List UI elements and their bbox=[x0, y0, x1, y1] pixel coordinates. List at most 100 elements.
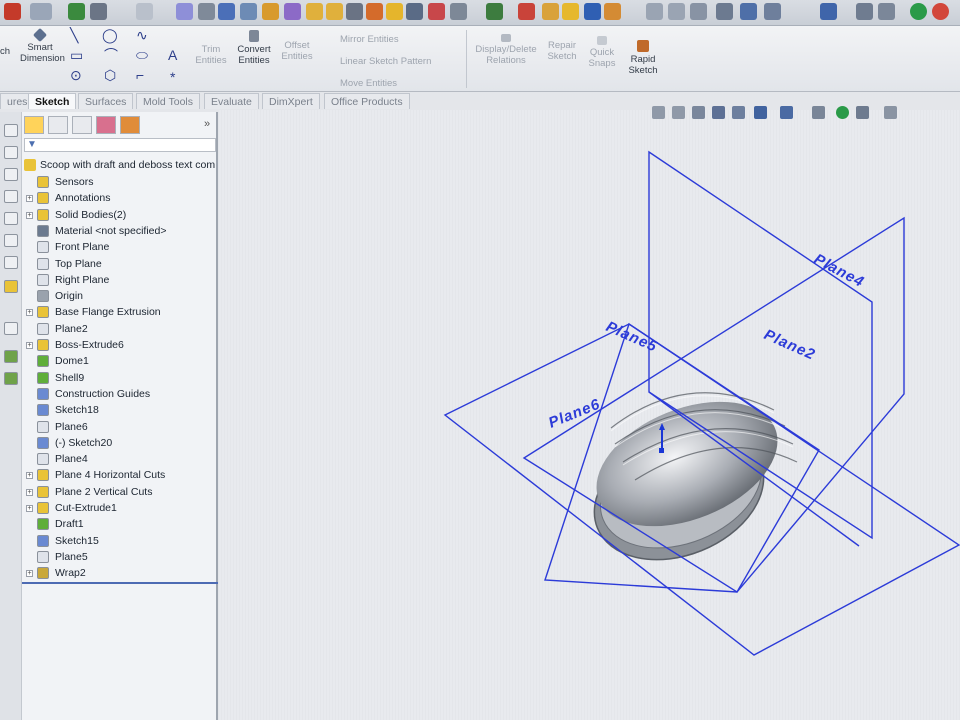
graphics-viewport[interactable]: Plane4 Plane5 Plane2 Plane6 bbox=[219, 110, 960, 720]
view-tool-icon-11[interactable] bbox=[450, 3, 467, 20]
warning-icon[interactable] bbox=[386, 3, 403, 20]
tab-mold-tools[interactable]: Mold Tools bbox=[136, 93, 200, 109]
solidworks-logo-icon[interactable] bbox=[4, 3, 21, 20]
view-tool-icon-12[interactable] bbox=[486, 3, 503, 20]
hud-hide-show-icon[interactable] bbox=[812, 106, 825, 119]
trim-entities-button[interactable]: Trim Entities bbox=[194, 44, 228, 66]
hud-previous-view-icon[interactable] bbox=[692, 106, 705, 119]
expand-toggle-icon[interactable]: + bbox=[26, 211, 33, 219]
strip-icon-6[interactable] bbox=[4, 234, 18, 247]
hud-display-style-icon[interactable] bbox=[780, 106, 793, 119]
plane5-label[interactable]: Plane5 bbox=[603, 318, 660, 356]
strip-icon-10[interactable] bbox=[4, 350, 18, 363]
previous-view-icon[interactable] bbox=[690, 3, 707, 20]
hide-show-icon[interactable] bbox=[820, 3, 837, 20]
hud-section-view-icon[interactable] bbox=[712, 106, 725, 119]
configuration-manager-tab-icon[interactable] bbox=[72, 116, 92, 134]
hud-appearance-icon[interactable] bbox=[836, 106, 849, 119]
expand-toggle-icon[interactable]: + bbox=[26, 570, 33, 578]
spline-icon[interactable]: ∿ bbox=[136, 28, 148, 42]
polygon-icon[interactable]: ⬡ bbox=[104, 68, 116, 82]
arc-icon[interactable]: ⌒ bbox=[104, 48, 118, 62]
view-tool-icon-10[interactable] bbox=[428, 3, 445, 20]
point-icon[interactable]: * bbox=[170, 70, 175, 84]
view-tool-icon-16[interactable] bbox=[584, 3, 601, 20]
hud-zoom-fit-icon[interactable] bbox=[652, 106, 665, 119]
check-icon[interactable] bbox=[176, 3, 193, 20]
tab-office-products[interactable]: Office Products bbox=[324, 93, 410, 109]
view-tool-icon-15[interactable] bbox=[562, 3, 579, 20]
section-view-icon[interactable] bbox=[716, 3, 733, 20]
scene-icon[interactable] bbox=[878, 3, 895, 20]
strip-icon-3[interactable] bbox=[4, 168, 18, 181]
convert-entities-button[interactable]: Convert Entities bbox=[232, 30, 276, 66]
expand-toggle-icon[interactable]: + bbox=[26, 505, 33, 512]
tree-rollback-bar[interactable] bbox=[22, 582, 218, 584]
strip-icon-11[interactable] bbox=[4, 372, 18, 385]
rectangle-icon[interactable]: ▭ bbox=[70, 48, 83, 62]
linear-sketch-pattern-button[interactable]: Linear Sketch Pattern bbox=[322, 56, 442, 67]
view-tool-icon-5[interactable] bbox=[284, 3, 301, 20]
smart-dimension-button[interactable]: Smart Dimension bbox=[20, 27, 65, 64]
view-tool-icon-13[interactable] bbox=[518, 3, 535, 20]
strip-icon-8[interactable] bbox=[4, 280, 18, 293]
file-properties-icon[interactable] bbox=[136, 3, 153, 20]
tab-surfaces[interactable]: Surfaces bbox=[78, 93, 134, 109]
expand-toggle-icon[interactable]: + bbox=[26, 472, 33, 480]
view-tool-icon-3[interactable] bbox=[240, 3, 257, 20]
sum-icon[interactable] bbox=[346, 3, 363, 20]
expand-toggle-icon[interactable]: + bbox=[26, 342, 33, 349]
options-icon[interactable] bbox=[90, 3, 107, 20]
text-icon[interactable]: A bbox=[168, 48, 177, 62]
edit-appearance-icon[interactable] bbox=[856, 3, 873, 20]
repair-sketch-button[interactable]: Repair Sketch bbox=[544, 40, 580, 62]
appearance-sphere-icon[interactable] bbox=[910, 3, 927, 20]
rebuild-icon[interactable] bbox=[68, 3, 85, 20]
view-tool-icon-6[interactable] bbox=[306, 3, 323, 20]
zoom-fit-icon[interactable] bbox=[646, 3, 663, 20]
render-icon[interactable] bbox=[932, 3, 949, 20]
mirror-entities-button[interactable]: Mirror Entities bbox=[322, 34, 432, 45]
view-tool-icon-1[interactable] bbox=[198, 3, 215, 20]
tab-sketch[interactable]: Sketch bbox=[28, 93, 77, 109]
ellipse-icon[interactable]: ⬭ bbox=[136, 48, 148, 62]
hud-view-orientation-icon[interactable] bbox=[754, 106, 767, 119]
expand-panel-icon[interactable]: » bbox=[204, 118, 210, 130]
view-tool-icon-9[interactable] bbox=[406, 3, 423, 20]
hud-dynamic-annotation-icon[interactable] bbox=[732, 106, 745, 119]
view-orientation-icon[interactable] bbox=[740, 3, 757, 20]
zoom-area-icon[interactable] bbox=[668, 3, 685, 20]
view-tool-icon-17[interactable] bbox=[604, 3, 621, 20]
view-tool-icon-7[interactable] bbox=[326, 3, 343, 20]
hud-zoom-area-icon[interactable] bbox=[672, 106, 685, 119]
hud-scene-icon[interactable] bbox=[856, 106, 869, 119]
property-manager-tab-icon[interactable] bbox=[48, 116, 68, 134]
expand-toggle-icon[interactable]: + bbox=[26, 195, 33, 203]
fillet-icon[interactable]: ⌐ bbox=[136, 68, 144, 82]
model-view[interactable]: Plane4 Plane5 Plane2 Plane6 bbox=[219, 110, 960, 720]
display-style-icon[interactable] bbox=[764, 3, 781, 20]
display-manager-tab-icon[interactable] bbox=[120, 116, 140, 134]
view-tool-icon-14[interactable] bbox=[542, 3, 559, 20]
circle-icon[interactable]: ◯ bbox=[102, 28, 118, 42]
strip-icon-2[interactable] bbox=[4, 146, 18, 159]
strip-icon-9[interactable] bbox=[4, 322, 18, 335]
view-tool-icon-4[interactable] bbox=[262, 3, 279, 20]
plane2-label[interactable]: Plane2 bbox=[761, 326, 818, 364]
tree-filter-input[interactable]: ▼ bbox=[24, 138, 216, 152]
expand-toggle-icon[interactable]: + bbox=[26, 488, 33, 496]
line-icon[interactable]: ╲ bbox=[70, 28, 78, 42]
sketch-button[interactable]: ch bbox=[0, 46, 14, 57]
select-arrow-icon[interactable] bbox=[30, 3, 52, 20]
slot-icon[interactable]: ⊙ bbox=[70, 68, 82, 82]
expand-toggle-icon[interactable]: + bbox=[26, 309, 33, 317]
quick-snaps-button[interactable]: Quick Snaps bbox=[584, 36, 620, 69]
view-tool-icon-2[interactable] bbox=[218, 3, 235, 20]
dimxpert-manager-tab-icon[interactable] bbox=[96, 116, 116, 134]
view-tool-icon-8[interactable] bbox=[366, 3, 383, 20]
strip-icon-5[interactable] bbox=[4, 212, 18, 225]
rapid-sketch-button[interactable]: Rapid Sketch bbox=[624, 40, 662, 76]
tab-evaluate[interactable]: Evaluate bbox=[204, 93, 259, 109]
strip-icon-1[interactable] bbox=[4, 124, 18, 137]
offset-entities-button[interactable]: Offset Entities bbox=[278, 40, 316, 62]
